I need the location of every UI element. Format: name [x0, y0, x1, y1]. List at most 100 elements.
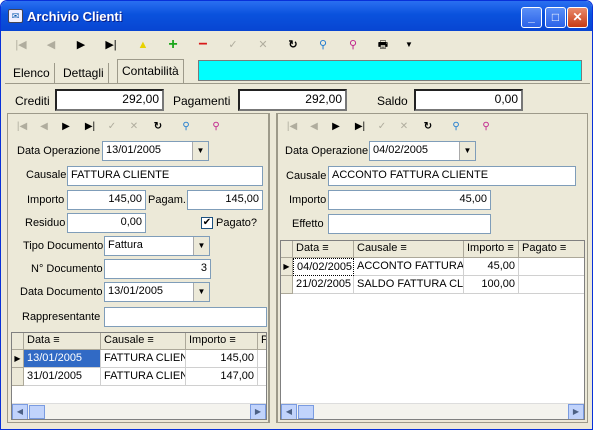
effetto-label: Effetto: [292, 218, 324, 230]
left-next-icon[interactable]: ▶: [57, 118, 75, 136]
table-cell[interactable]: 31/01/2005: [24, 368, 101, 386]
left-data-operazione-field[interactable]: 13/01/2005 ▼: [102, 141, 209, 161]
left-search-icon[interactable]: ⚲: [177, 118, 195, 136]
right-refresh-icon[interactable]: ↻: [419, 118, 437, 136]
table-cell[interactable]: 145,00: [186, 350, 258, 368]
grid-corner: [281, 241, 293, 258]
crediti-field[interactable]: 292,00: [55, 89, 164, 111]
maximize-button[interactable]: □: [545, 7, 566, 28]
left-col-importo[interactable]: Importo ≡: [186, 333, 258, 350]
right-prev-icon[interactable]: ◀: [305, 118, 323, 136]
left-col-causale[interactable]: Causale ≡: [101, 333, 186, 350]
pagam-field[interactable]: 145,00: [187, 190, 263, 210]
data-documento-value: 13/01/2005: [108, 285, 164, 297]
table-cell[interactable]: [519, 258, 584, 276]
scroll-left-icon[interactable]: ◀: [281, 404, 297, 419]
left-first-icon[interactable]: |◀: [13, 118, 31, 136]
right-col-data[interactable]: Data ≡: [293, 241, 354, 258]
right-confirm-icon[interactable]: ✓: [373, 118, 391, 136]
left-cancel-icon[interactable]: ✕: [125, 118, 143, 136]
table-cell[interactable]: 21/02/2005: [293, 276, 354, 294]
left-col-causale-label: Causale: [104, 334, 145, 346]
right-importo-field[interactable]: 45,00: [328, 190, 491, 210]
left-causale-field[interactable]: FATTURA CLIENTE: [67, 166, 263, 186]
right-filter-icon[interactable]: ⚲: [477, 118, 495, 136]
table-cell[interactable]: 13/01/2005: [24, 350, 101, 368]
right-causale-field[interactable]: ACCONTO FATTURA CLIENTE: [328, 166, 576, 186]
scroll-thumb[interactable]: [298, 405, 314, 419]
left-hscrollbar[interactable]: ◀ ▶: [12, 403, 266, 419]
table-cell[interactable]: 45,00: [464, 258, 519, 276]
left-col-pagato[interactable]: Pa: [258, 333, 266, 350]
delete-icon[interactable]: −: [193, 35, 213, 55]
table-cell[interactable]: FATTURA CLIENT: [101, 350, 186, 368]
left-col-data[interactable]: Data ≡: [24, 333, 101, 350]
right-last-icon[interactable]: ▶|: [351, 118, 369, 136]
close-button[interactable]: ✕: [567, 7, 588, 28]
right-first-icon[interactable]: |◀: [283, 118, 301, 136]
data-documento-field[interactable]: 13/01/2005 ▼: [104, 282, 210, 302]
insert-icon[interactable]: ▲: [133, 35, 153, 55]
right-search-icon[interactable]: ⚲: [447, 118, 465, 136]
prev-record-icon[interactable]: ◀: [41, 35, 61, 55]
table-cell[interactable]: [258, 368, 266, 386]
right-col-causale[interactable]: Causale ≡: [354, 241, 464, 258]
data-documento-label: Data Documento: [20, 286, 103, 298]
table-cell[interactable]: [519, 276, 584, 294]
table-cell[interactable]: [258, 350, 266, 368]
right-col-importo[interactable]: Importo ≡: [464, 241, 519, 258]
scroll-right-icon[interactable]: ▶: [250, 404, 266, 419]
scroll-left-icon[interactable]: ◀: [12, 404, 28, 419]
minimize-button[interactable]: _: [521, 7, 542, 28]
chevron-down-icon[interactable]: ▼: [193, 237, 209, 255]
residuo-field[interactable]: 0,00: [67, 213, 146, 233]
tab-contabilita[interactable]: Contabilità: [117, 59, 184, 84]
num-documento-field[interactable]: 3: [104, 259, 211, 279]
right-hscrollbar[interactable]: ◀ ▶: [281, 403, 584, 419]
table-cell[interactable]: ACCONTO FATTURA: [354, 258, 464, 276]
table-cell[interactable]: 147,00: [186, 368, 258, 386]
rappresentante-field[interactable]: [104, 307, 267, 327]
cancel-icon[interactable]: ✕: [253, 35, 273, 55]
right-data-operazione-field[interactable]: 04/02/2005 ▼: [369, 141, 476, 161]
chevron-down-icon[interactable]: ▼: [193, 283, 209, 301]
table-cell[interactable]: FATTURA CLIENT: [101, 368, 186, 386]
filter-icon[interactable]: ⚲: [343, 35, 363, 55]
pagamenti-field[interactable]: 292,00: [238, 89, 347, 111]
next-record-icon[interactable]: ▶: [71, 35, 91, 55]
right-cancel-icon[interactable]: ✕: [395, 118, 413, 136]
title-bar[interactable]: ✉ Archivio Clienti _ □ ✕: [1, 1, 592, 31]
print-icon[interactable]: 🖶: [373, 35, 393, 55]
tab-dettagli[interactable]: Dettagli: [59, 63, 109, 83]
dropdown-icon[interactable]: ▼: [399, 35, 419, 55]
refresh-icon[interactable]: ↻: [283, 35, 303, 55]
right-grid: Data ≡ Causale ≡ Importo ≡ Pagato ≡ ▶ 04…: [280, 240, 585, 420]
tab-elenco[interactable]: Elenco: [9, 63, 55, 83]
table-cell[interactable]: SALDO FATTURA CLI: [354, 276, 464, 294]
chevron-down-icon[interactable]: ▼: [192, 142, 208, 160]
saldo-field[interactable]: 0,00: [414, 89, 523, 111]
table-cell[interactable]: 100,00: [464, 276, 519, 294]
left-importo-field[interactable]: 145,00: [67, 190, 146, 210]
confirm-icon[interactable]: ✓: [223, 35, 243, 55]
left-prev-icon[interactable]: ◀: [35, 118, 53, 136]
panel-splitter[interactable]: [269, 113, 277, 423]
scroll-thumb[interactable]: [29, 405, 45, 419]
pagato-checkbox[interactable]: ✔: [201, 217, 213, 229]
table-cell[interactable]: 04/02/2005: [293, 258, 354, 276]
scroll-right-icon[interactable]: ▶: [568, 404, 584, 419]
chevron-down-icon[interactable]: ▼: [459, 142, 475, 160]
last-record-icon[interactable]: ▶|: [101, 35, 121, 55]
search-icon[interactable]: ⚲: [313, 35, 333, 55]
left-last-icon[interactable]: ▶|: [81, 118, 99, 136]
first-record-icon[interactable]: |◀: [11, 35, 31, 55]
left-confirm-icon[interactable]: ✓: [103, 118, 121, 136]
tipo-documento-value: Fattura: [108, 239, 143, 251]
right-next-icon[interactable]: ▶: [327, 118, 345, 136]
add-icon[interactable]: +: [163, 35, 183, 55]
tipo-documento-select[interactable]: Fattura ▼: [104, 236, 210, 256]
right-col-pagato[interactable]: Pagato ≡: [519, 241, 584, 258]
left-refresh-icon[interactable]: ↻: [149, 118, 167, 136]
effetto-field[interactable]: [328, 214, 491, 234]
left-filter-icon[interactable]: ⚲: [207, 118, 225, 136]
